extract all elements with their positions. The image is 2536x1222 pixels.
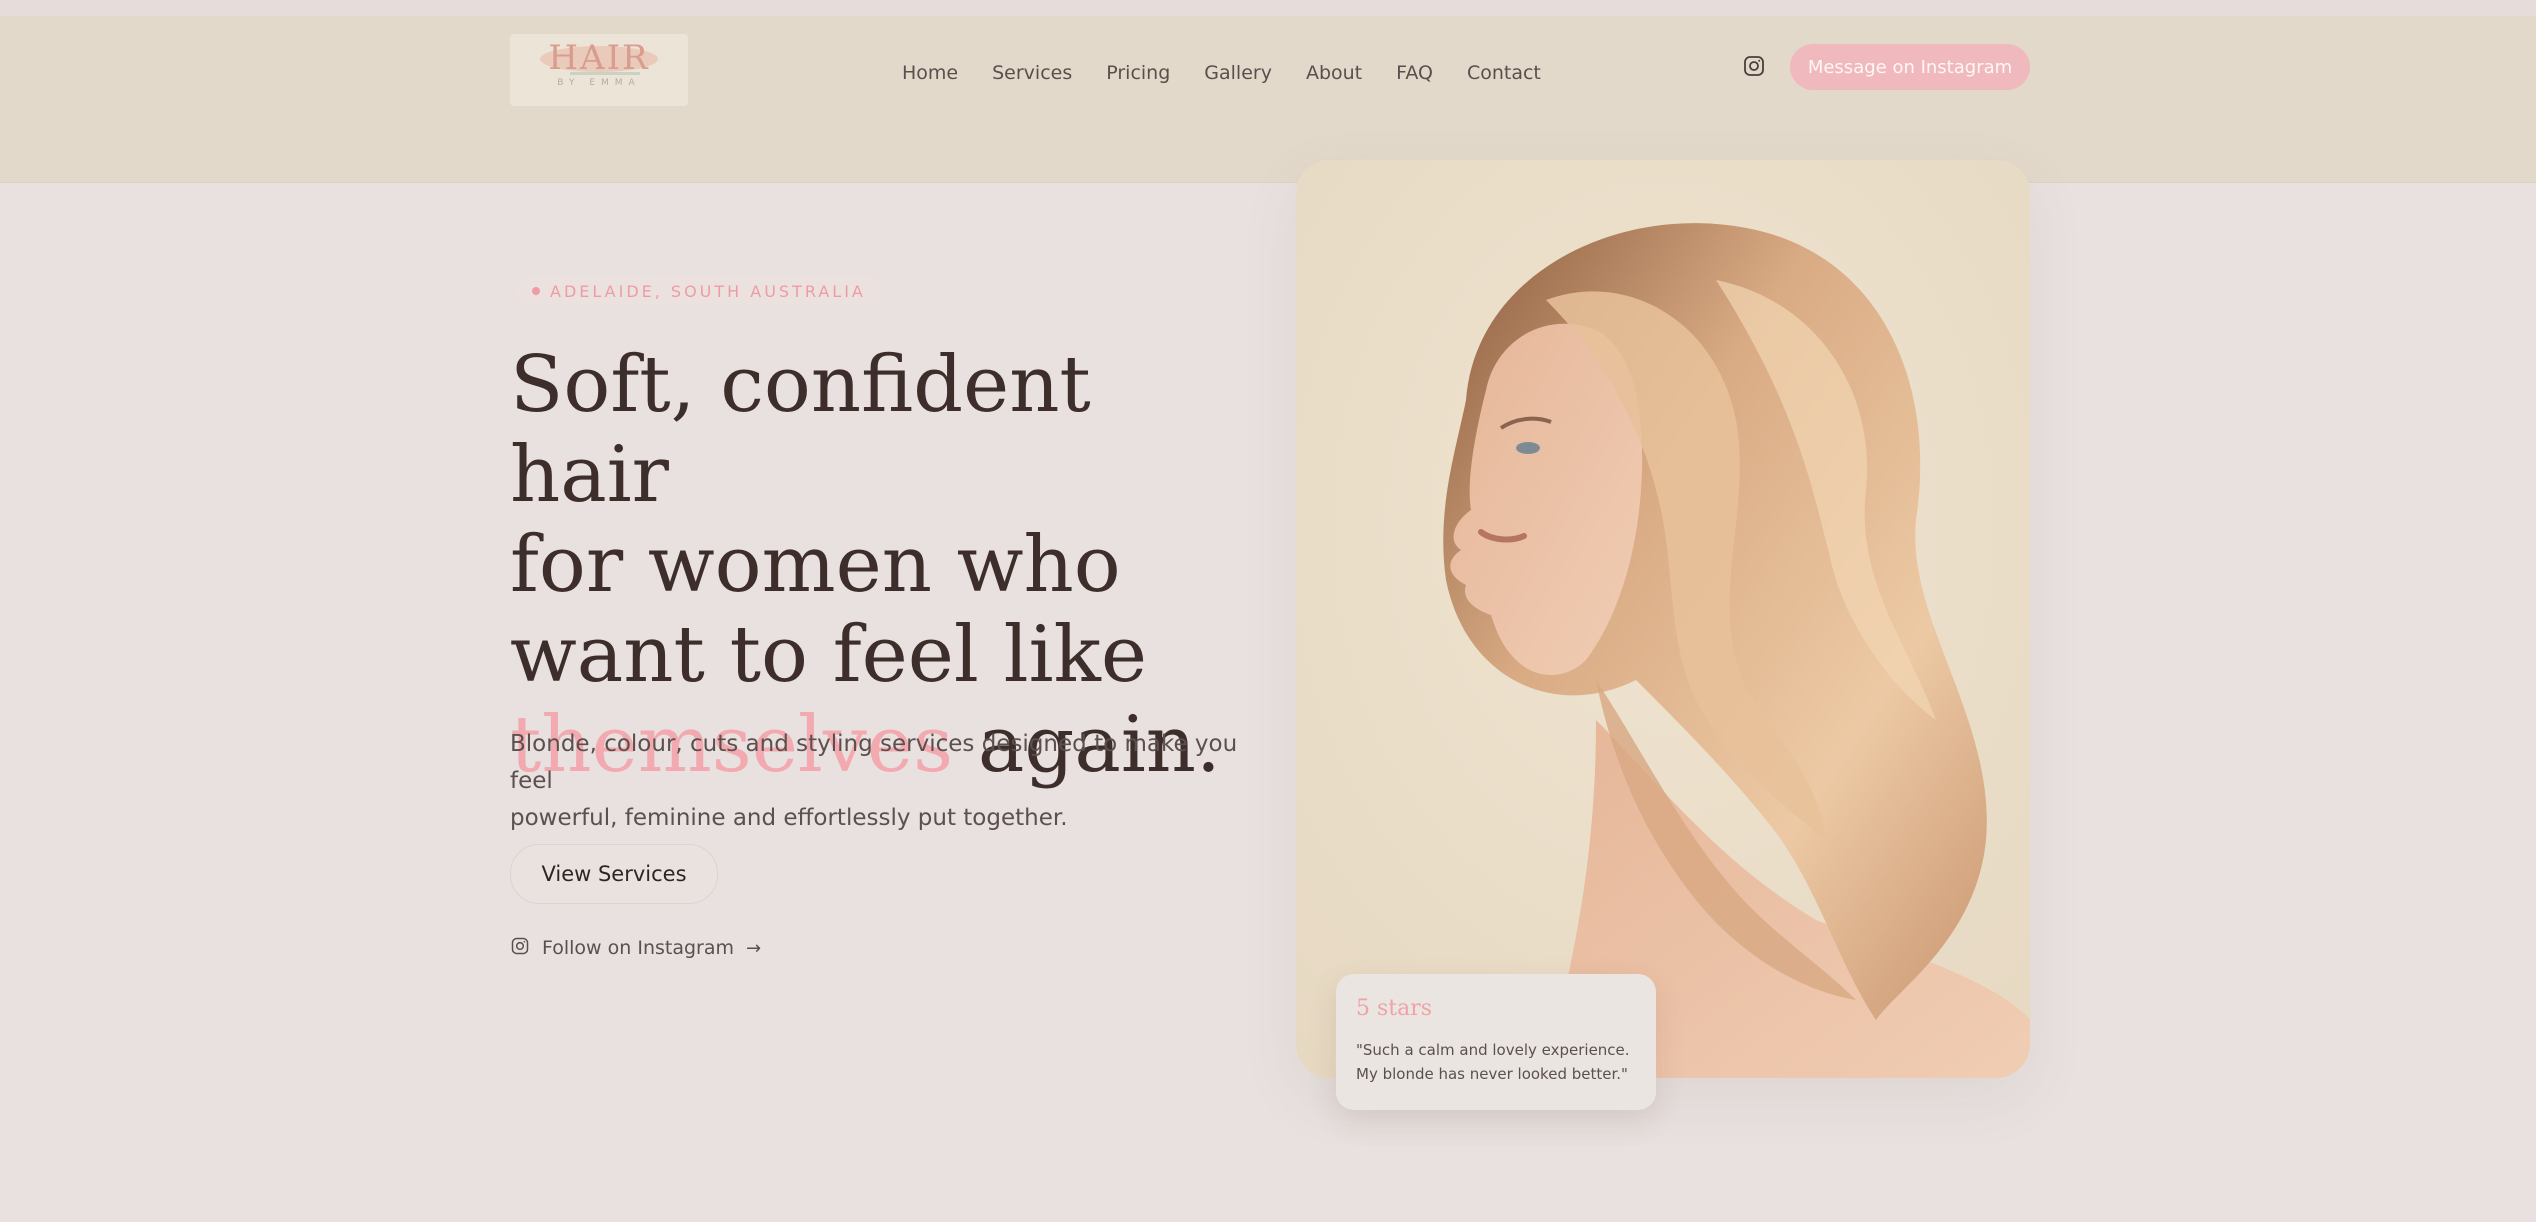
hero-portrait-image bbox=[1296, 160, 2030, 1078]
nav-faq[interactable]: FAQ bbox=[1396, 56, 1433, 90]
follow-label: Follow on Instagram bbox=[542, 937, 735, 959]
review-quote-line-1: "Such a calm and lovely experience. bbox=[1356, 1041, 1630, 1059]
nav-about[interactable]: About bbox=[1306, 56, 1362, 90]
review-card: 5 stars "Such a calm and lovely experien… bbox=[1336, 974, 1656, 1110]
hero-image-card bbox=[1296, 160, 2030, 1078]
nav-home[interactable]: Home bbox=[902, 56, 958, 90]
top-strip bbox=[0, 0, 2536, 16]
logo[interactable]: HAIR BY EMMA bbox=[510, 34, 688, 106]
main-nav: Home Services Pricing Gallery About FAQ … bbox=[902, 56, 1541, 90]
message-instagram-button[interactable]: Message on Instagram bbox=[1790, 44, 2030, 90]
nav-contact[interactable]: Contact bbox=[1467, 56, 1541, 90]
hero-headline: Soft, confident hair for women who want to… bbox=[510, 340, 1270, 790]
instagram-icon bbox=[510, 936, 530, 960]
nav-services[interactable]: Services bbox=[992, 56, 1072, 90]
subheadline-line-1: Blonde, colour, cuts and styling service… bbox=[510, 731, 1238, 794]
review-quote-line-2: My blonde has never looked better." bbox=[1356, 1065, 1628, 1083]
arrow-right-icon: → bbox=[746, 937, 762, 959]
headline-line-3: want to feel like bbox=[510, 610, 1147, 700]
location-text: ADELAIDE, SOUTH AUSTRALIA bbox=[550, 281, 866, 301]
badge-dot-icon bbox=[532, 287, 540, 295]
subheadline-line-2: powerful, feminine and effortlessly put … bbox=[510, 805, 1068, 831]
follow-instagram-link[interactable]: Follow on Instagram → bbox=[510, 934, 761, 962]
logo-swoosh bbox=[570, 72, 640, 75]
headline-line-1: Soft, confident hair bbox=[510, 340, 1091, 520]
instagram-icon[interactable] bbox=[1742, 54, 1766, 78]
site-header: HAIR BY EMMA Home Services Pricing Galle… bbox=[0, 16, 2536, 183]
logo-subtext: BY EMMA bbox=[557, 78, 641, 88]
review-quote: "Such a calm and lovely experience. My bl… bbox=[1356, 1038, 1646, 1086]
nav-gallery[interactable]: Gallery bbox=[1204, 56, 1272, 90]
headline-line-2: for women who bbox=[510, 520, 1121, 610]
location-badge: ADELAIDE, SOUTH AUSTRALIA bbox=[516, 276, 882, 306]
view-services-button[interactable]: View Services bbox=[510, 844, 718, 904]
nav-pricing[interactable]: Pricing bbox=[1106, 56, 1170, 90]
review-stars-label: 5 stars bbox=[1356, 996, 1433, 1021]
hero-subheadline: Blonde, colour, cuts and styling service… bbox=[510, 726, 1240, 837]
